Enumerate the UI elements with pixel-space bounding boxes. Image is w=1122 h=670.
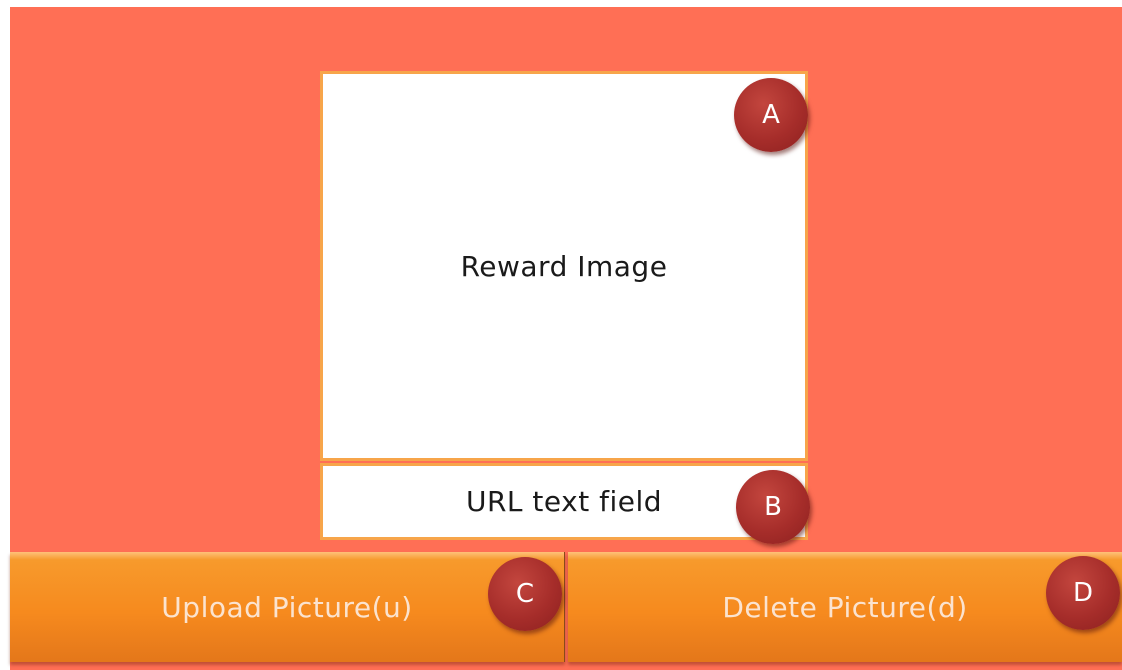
- upload-picture-button[interactable]: Upload Picture(u): [10, 552, 565, 662]
- callout-marker-a: A: [734, 78, 808, 152]
- callout-marker-b: B: [736, 470, 810, 544]
- delete-picture-button[interactable]: Delete Picture(d): [568, 552, 1122, 662]
- url-text-field[interactable]: URL text field: [320, 463, 808, 540]
- reward-image-label: Reward Image: [460, 249, 668, 283]
- callout-marker-d: D: [1046, 556, 1120, 630]
- reward-image-box[interactable]: Reward Image: [320, 71, 808, 461]
- callout-marker-c: C: [488, 557, 562, 631]
